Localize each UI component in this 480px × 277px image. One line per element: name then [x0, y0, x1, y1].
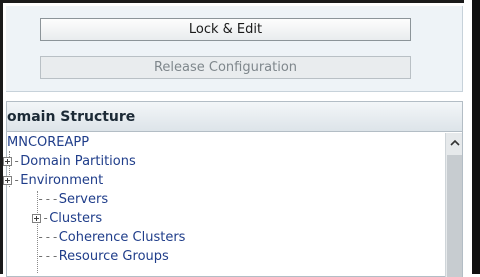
chevron-up-icon[interactable]: [446, 133, 463, 151]
domain-structure-panel: omain Structure MNCOREAPP - Domain Parti…: [3, 101, 463, 277]
tree-item-root-label[interactable]: MNCOREAPP: [7, 135, 89, 150]
tree-connector: ---: [37, 249, 59, 263]
expand-icon[interactable]: [3, 175, 12, 185]
scrollbar-thumb[interactable]: [447, 155, 462, 277]
domain-tree: MNCOREAPP - Domain Partitions - Environm…: [3, 133, 445, 277]
console-frame: Lock & Edit Release Configuration omain …: [0, 0, 480, 277]
tree-item-clusters-label[interactable]: Clusters: [49, 211, 102, 226]
domain-structure-header: omain Structure: [7, 102, 462, 132]
window-edge: [472, 0, 480, 274]
tree-item-domain-partitions[interactable]: - Domain Partitions: [3, 152, 136, 170]
tree-item-environment[interactable]: - Environment: [3, 171, 103, 189]
tree-item-servers-label[interactable]: Servers: [59, 192, 108, 207]
tree-connector: ---: [37, 230, 59, 244]
tree-connector: -: [13, 173, 21, 187]
tree-item-resource-groups[interactable]: --- Resource Groups: [37, 247, 169, 265]
change-center-panel: Lock & Edit Release Configuration: [6, 6, 463, 92]
window-gap: [464, 0, 472, 274]
lock-edit-button[interactable]: Lock & Edit: [40, 18, 411, 41]
expand-icon[interactable]: [3, 156, 12, 166]
tree-connector: -: [42, 211, 50, 225]
tree-connector: ---: [37, 192, 59, 206]
tree-item-coherence-clusters[interactable]: --- Coherence Clusters: [37, 228, 185, 246]
tree-connector: -: [13, 154, 21, 168]
tree-item-root[interactable]: MNCOREAPP: [7, 133, 89, 151]
domain-structure-title: omain Structure: [7, 108, 136, 125]
tree-item-coherence-clusters-label[interactable]: Coherence Clusters: [59, 230, 186, 245]
tree-scrollbar[interactable]: [445, 133, 462, 277]
expand-icon[interactable]: [32, 213, 41, 223]
tree-item-resource-groups-label[interactable]: Resource Groups: [59, 249, 169, 264]
tree-item-environment-label[interactable]: Environment: [20, 173, 103, 188]
tree-item-servers[interactable]: --- Servers: [37, 190, 108, 208]
release-configuration-button[interactable]: Release Configuration: [40, 56, 411, 79]
tree-item-clusters[interactable]: - Clusters: [32, 209, 102, 227]
tree-item-domain-partitions-label[interactable]: Domain Partitions: [20, 154, 136, 169]
